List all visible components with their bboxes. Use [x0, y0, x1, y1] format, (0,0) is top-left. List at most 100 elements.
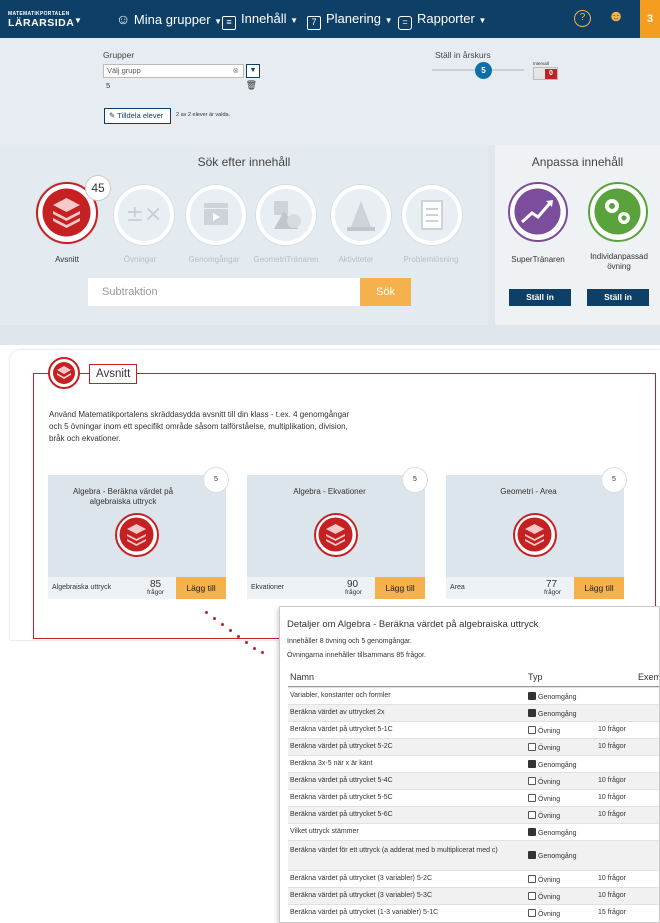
individanpassad-setup-button[interactable]: Ställ in — [587, 289, 649, 306]
table-row[interactable]: Beräkna värdet på uttrycket (3 variabler… — [288, 887, 659, 904]
add-button[interactable]: Lägg till — [375, 577, 425, 599]
group-dropdown-button[interactable]: ▼ — [246, 64, 260, 78]
exercise-icon — [528, 794, 536, 802]
chevron-down-icon: ▼ — [384, 16, 393, 25]
details-table-header: Namn Typ Exem — [288, 669, 659, 687]
table-row[interactable]: Beräkna värdet på uttrycket 5-2C Övning … — [288, 738, 659, 755]
gears-icon — [594, 188, 641, 235]
table-row[interactable]: Beräkna värdet på uttrycket 5-4C Övning … — [288, 772, 659, 789]
card-layers-icon — [513, 513, 557, 557]
video-icon — [528, 851, 536, 859]
card-layers-icon — [314, 513, 358, 557]
book-icon: ≡ — [222, 16, 236, 30]
calendar-icon: 7 — [307, 16, 321, 30]
customize-panel-title: Anpassa innehåll — [531, 155, 624, 169]
add-button[interactable]: Lägg till — [574, 577, 624, 599]
supertranaren-setup-button[interactable]: Ställ in — [509, 289, 571, 306]
document-icon — [421, 200, 443, 230]
help-icon[interactable]: ? — [574, 10, 591, 27]
logo-menu-caret-icon[interactable]: ▼ — [74, 0, 82, 38]
exercise-icon — [528, 811, 536, 819]
connector-dot — [237, 635, 240, 638]
nav-content[interactable]: ≡ Innehåll ▼ — [222, 0, 298, 38]
clear-icon[interactable]: ⊗ — [233, 65, 239, 77]
connector-dot — [213, 617, 216, 620]
layers-icon — [53, 362, 75, 384]
card-question-unit: frågor — [544, 589, 561, 596]
card-count-badge: 5 — [203, 467, 229, 493]
table-row[interactable]: Vilket uttryck stämmer Genomgång — [288, 823, 659, 840]
search-button[interactable]: Sök — [360, 278, 411, 306]
nav-content-label: Innehåll — [241, 11, 287, 26]
table-row[interactable]: Beräkna värdet för ett uttryck (a addera… — [288, 840, 659, 870]
chevron-down-icon: ▼ — [214, 17, 223, 26]
details-summary-line2: Övningarna innehåller tillsammans 85 frå… — [287, 652, 426, 659]
row-questions: 10 frågor — [598, 794, 627, 801]
supertranaren-option[interactable] — [508, 182, 568, 242]
connector-dot — [261, 651, 264, 654]
table-row[interactable]: Beräkna värdet på uttrycket 5-1C Övning … — [288, 721, 659, 738]
row-type: Övning — [538, 911, 561, 918]
table-row[interactable]: Beräkna värdet på uttrycket (1-3 variabl… — [288, 904, 659, 921]
avsnitt-card[interactable]: Algebra - Ekvationer 5 Ekvationer 90 frå… — [247, 467, 428, 599]
row-name: Beräkna värdet på uttrycket (3 variabler… — [290, 875, 433, 882]
report-icon: = — [398, 16, 412, 30]
nav-planning[interactable]: 7 Planering ▼ — [307, 0, 392, 38]
card-tag: Ekvationer — [251, 584, 285, 591]
table-row[interactable]: Beräkna värdet på uttrycket (3 variabler… — [288, 870, 659, 887]
add-button[interactable]: Lägg till — [176, 577, 226, 599]
row-type: Övning — [538, 745, 561, 752]
interval-toggle[interactable]: 0 — [533, 67, 558, 80]
table-row[interactable]: Variabler, konstanter och formler Genomg… — [288, 687, 659, 704]
category-aktiviteter[interactable] — [331, 185, 391, 245]
table-row[interactable]: Beräkna värdet av uttrycket 2x Genomgång — [288, 704, 659, 721]
notification-badge[interactable]: 3 — [640, 0, 660, 38]
avsnitt-card[interactable]: Geometri - Area 5 Area 77 frågor Lägg ti… — [446, 467, 627, 599]
video-icon — [528, 709, 536, 717]
connector-dot — [221, 623, 224, 626]
category-geometritranaren[interactable] — [256, 185, 316, 245]
cone-icon — [347, 201, 375, 231]
category-genomgangar[interactable] — [186, 185, 246, 245]
table-row[interactable]: Beräkna 3x-5 när x är känt Genomgång — [288, 755, 659, 772]
row-name: Beräkna 3x-5 när x är känt — [290, 760, 373, 767]
group-select[interactable]: Välj grupp ⊗ — [103, 64, 244, 78]
nav-my-groups-label: Mina grupper — [133, 12, 211, 27]
search-input[interactable]: Subtraktion — [88, 278, 360, 306]
row-type: Genomgång — [538, 853, 577, 860]
row-questions: 10 frågor — [598, 875, 627, 882]
row-name: Beräkna värdet på uttrycket 5-4C — [290, 777, 393, 784]
search-panel: Sök efter innehåll 45 Avsnitt ±× Övninga… — [0, 145, 488, 325]
table-row[interactable]: Beräkna värdet på uttrycket 5-6C Övning … — [288, 806, 659, 823]
category-ovningar[interactable]: ±× — [114, 185, 174, 245]
row-questions: 15 frågor — [598, 909, 627, 916]
chevron-down-icon: ▼ — [478, 16, 487, 25]
avsnitt-description: Använd Matematikportalens skräddasydda a… — [49, 410, 350, 443]
category-problemlosning[interactable] — [402, 185, 462, 245]
clapperboard-icon — [204, 203, 228, 225]
row-type: Genomgång — [538, 830, 577, 837]
nav-my-groups[interactable]: ☺ Mina grupper ▼ — [116, 0, 222, 38]
user-icon[interactable]: ☻ — [606, 8, 626, 30]
row-name: Vilket uttryck stämmer — [290, 828, 359, 835]
trash-icon[interactable]: 🗑 — [246, 80, 257, 91]
category-label-genomgangar: Genomgångar — [188, 255, 240, 264]
svg-text:±×: ±× — [126, 202, 163, 227]
assign-students-button[interactable]: ✎ Tilldela elever — [104, 108, 171, 124]
calculator-icon: ±× — [126, 202, 163, 227]
table-row[interactable]: Beräkna värdet på uttrycket 5-5C Övning … — [288, 789, 659, 806]
row-type: Genomgång — [538, 711, 577, 718]
row-questions: 10 frågor — [598, 726, 627, 733]
avsnitt-card[interactable]: Algebra - Beräkna värdet på algebraiska … — [48, 467, 229, 599]
customize-panel: Anpassa innehåll SuperTränaren Individan… — [495, 145, 660, 325]
row-name: Beräkna värdet av uttrycket 2x — [290, 709, 385, 716]
grade-slider-handle[interactable]: 5 — [475, 62, 492, 79]
video-icon — [528, 760, 536, 768]
assign-students-label: Tilldela elever — [117, 111, 164, 120]
avsnitt-title: Avsnitt — [89, 364, 138, 384]
card-footer: Ekvationer 90 frågor Lägg till — [247, 577, 425, 599]
row-name: Variabler, konstanter och formler — [290, 692, 391, 699]
category-label-avsnitt: Avsnitt — [55, 255, 79, 264]
nav-reports[interactable]: = Rapporter ▼ — [398, 0, 486, 38]
individanpassad-option[interactable] — [588, 182, 648, 242]
